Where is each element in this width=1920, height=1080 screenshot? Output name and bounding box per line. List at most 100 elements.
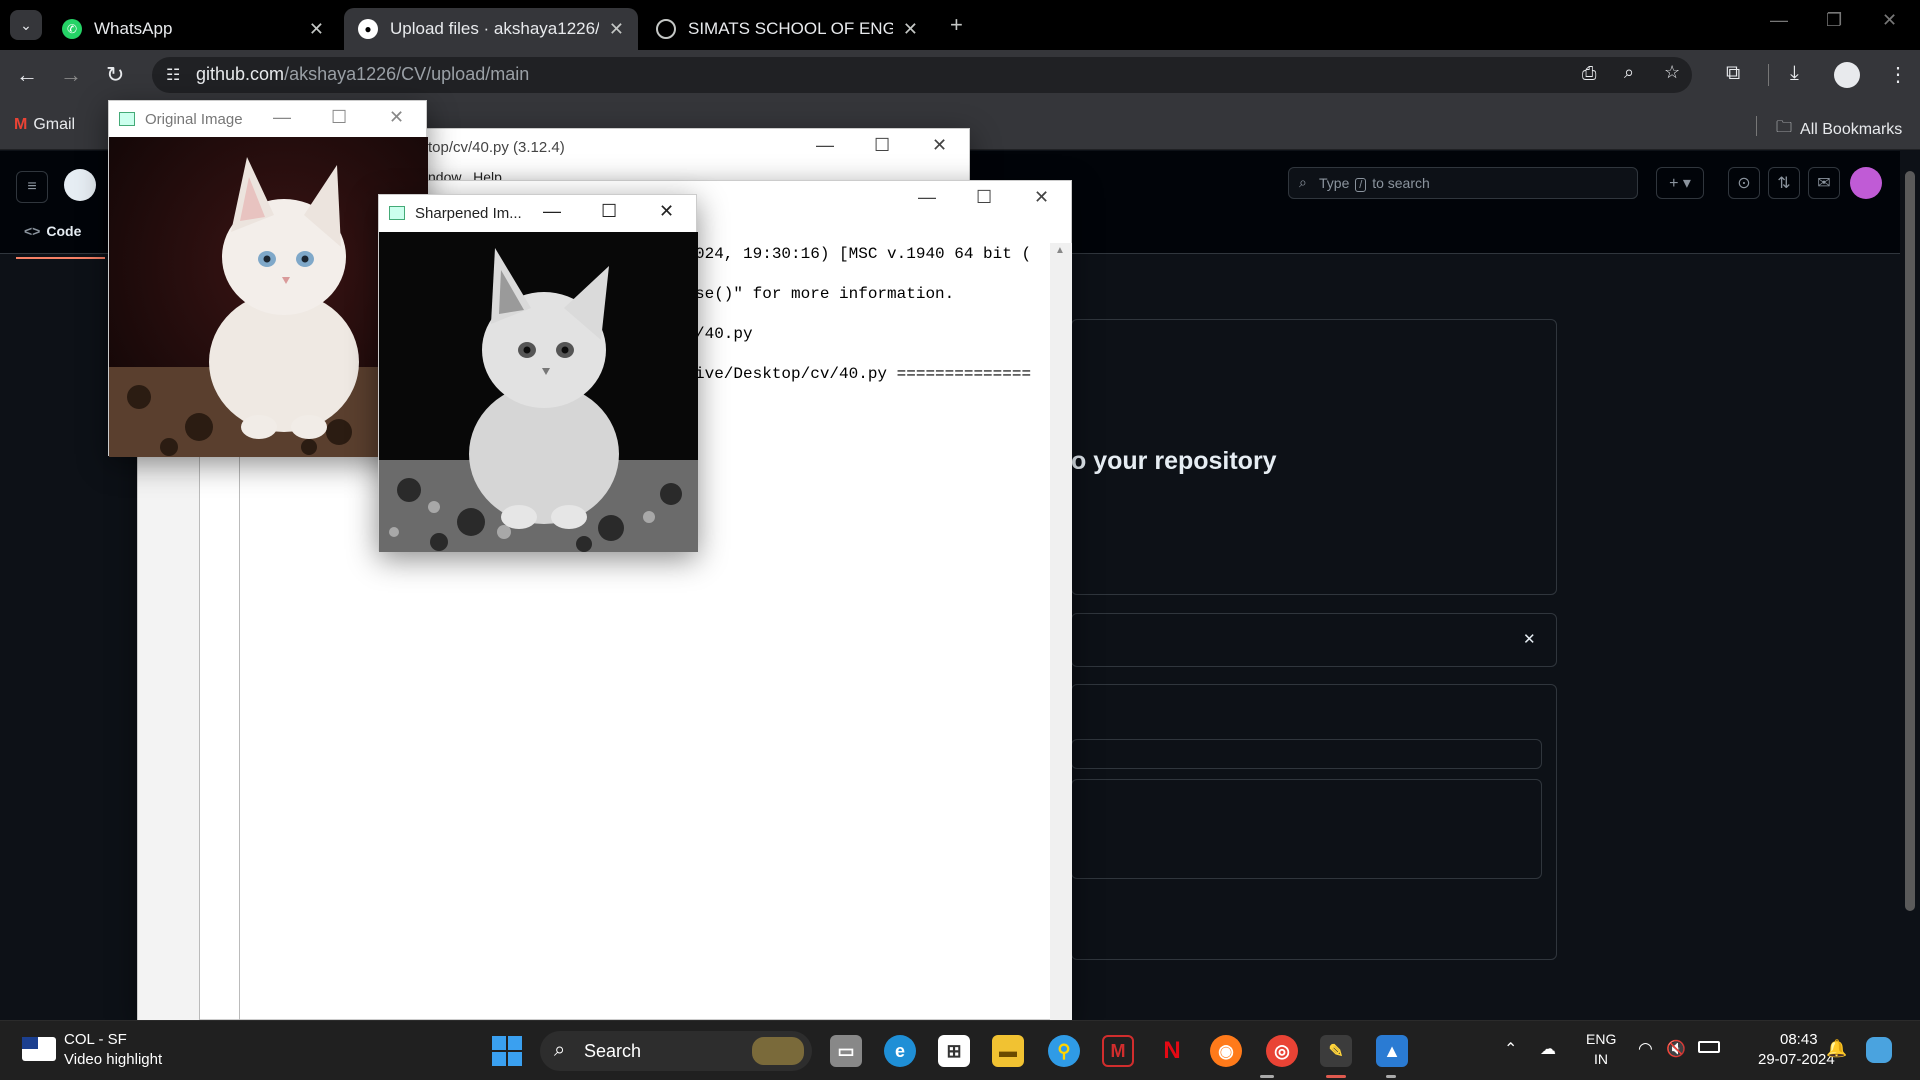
- close-icon[interactable]: ✕: [932, 135, 947, 156]
- globe-icon: [656, 19, 676, 39]
- chrome-icon[interactable]: ◎: [1266, 1035, 1298, 1067]
- tab-simats[interactable]: SIMATS SCHOOL OF ENGINEERI ✕: [642, 8, 932, 50]
- user-avatar[interactable]: [1850, 167, 1882, 199]
- zoom-icon[interactable]: ⌕: [1624, 62, 1634, 83]
- issues-icon[interactable]: ⊙: [1728, 167, 1760, 199]
- close-icon[interactable]: ✕: [1034, 187, 1049, 208]
- extensions-icon[interactable]: ⧉: [1726, 62, 1740, 85]
- onedrive-icon[interactable]: ☁: [1540, 1039, 1556, 1059]
- chrome-toolbar: ← → ↻ ☷ github.com/akshaya1226/CV/upload…: [0, 50, 1920, 100]
- search-placeholder: to search: [1372, 175, 1430, 191]
- region-indicator: IN: [1594, 1051, 1608, 1067]
- weather-widget-icon[interactable]: [22, 1037, 56, 1061]
- chrome-tab-strip: ⌄ ✆ WhatsApp ✕ ● Upload files · akshaya1…: [0, 0, 1920, 50]
- install-app-icon[interactable]: ⎙: [1582, 63, 1596, 84]
- mcafee-icon[interactable]: M: [1102, 1035, 1134, 1067]
- window-title: Original Image: [145, 111, 243, 128]
- maximize-icon[interactable]: ☐: [874, 135, 890, 156]
- kitten-sharpened-image: [379, 232, 698, 552]
- bookmark-gmail[interactable]: M Gmail: [14, 116, 75, 134]
- restore-icon[interactable]: ❐: [1826, 10, 1842, 31]
- pull-requests-icon[interactable]: ⇅: [1768, 167, 1800, 199]
- create-new-button[interactable]: + ▾: [1656, 167, 1704, 199]
- maximize-icon[interactable]: ☐: [601, 201, 617, 222]
- commit-summary-input[interactable]: [1071, 739, 1542, 769]
- tab-title: SIMATS SCHOOL OF ENGINEERI: [688, 19, 893, 38]
- remove-file-icon[interactable]: ✕: [1523, 630, 1536, 648]
- close-tab-icon[interactable]: ✕: [903, 19, 918, 40]
- windows-taskbar: COL - SF Video highlight ⌕ Search ▭ e ⊞ …: [0, 1020, 1920, 1080]
- maximize-icon[interactable]: ☐: [331, 107, 347, 128]
- shell-scrollbar[interactable]: ▲: [1050, 243, 1072, 1021]
- github-search-input[interactable]: ⌕ Type / to search: [1288, 167, 1638, 199]
- photos-icon[interactable]: ▲: [1376, 1035, 1408, 1067]
- widget-title[interactable]: COL - SF: [64, 1031, 127, 1048]
- tab-title: WhatsApp: [94, 19, 173, 38]
- wifi-icon[interactable]: ◠: [1638, 1039, 1653, 1059]
- shell-line: /40.py: [695, 325, 753, 343]
- scrollbar-thumb[interactable]: [1905, 171, 1915, 911]
- uploaded-file-row: ✕: [1071, 613, 1557, 667]
- close-tab-icon[interactable]: ✕: [609, 19, 624, 40]
- new-tab-button[interactable]: +: [950, 12, 963, 38]
- hamburger-menu-icon[interactable]: ≡: [16, 171, 48, 203]
- github-logo-icon[interactable]: [64, 169, 96, 201]
- task-view-icon[interactable]: ▭: [830, 1035, 862, 1067]
- forward-icon[interactable]: →: [60, 62, 82, 88]
- minimize-icon[interactable]: —: [918, 187, 936, 208]
- tab-whatsapp[interactable]: ✆ WhatsApp ✕: [48, 8, 338, 50]
- sharpened-image-window: Sharpened Im... — ☐ ✕: [378, 194, 698, 552]
- edge-icon[interactable]: e: [884, 1035, 916, 1067]
- file-explorer-icon[interactable]: ▬: [992, 1035, 1024, 1067]
- minimize-icon[interactable]: —: [543, 201, 561, 222]
- clock-time[interactable]: 08:43: [1780, 1031, 1818, 1048]
- idle-icon[interactable]: ✎: [1320, 1035, 1352, 1067]
- window-app-icon: [119, 112, 135, 126]
- taskbar-search-box[interactable]: ⌕ Search: [540, 1031, 812, 1071]
- search-label: Search: [584, 1041, 642, 1061]
- inbox-icon[interactable]: ✉: [1808, 167, 1840, 199]
- all-bookmarks[interactable]: 🗀 All Bookmarks: [1776, 116, 1902, 143]
- site-info-icon[interactable]: ☷: [166, 65, 180, 85]
- bookmark-star-icon[interactable]: ☆: [1664, 62, 1680, 83]
- tab-title: Upload files · akshaya1226/CV: [390, 19, 599, 38]
- tab-search-button[interactable]: ⌄: [10, 10, 42, 40]
- active-indicator: [1326, 1075, 1346, 1078]
- tab-upload-files[interactable]: ● Upload files · akshaya1226/CV ✕: [344, 8, 638, 50]
- scroll-up-icon[interactable]: ▲: [1055, 245, 1065, 256]
- start-menu-icon[interactable]: [492, 1036, 522, 1066]
- github-icon: ●: [358, 19, 378, 39]
- download-icon[interactable]: ⤓: [1790, 62, 1799, 85]
- address-bar[interactable]: ☷ github.com/akshaya1226/CV/upload/main …: [152, 57, 1692, 93]
- reload-icon[interactable]: ↻: [106, 62, 124, 88]
- close-tab-icon[interactable]: ✕: [309, 19, 324, 40]
- close-window-icon[interactable]: ✕: [1882, 10, 1897, 31]
- url-text: github.com/akshaya1226/CV/upload/main: [196, 64, 530, 84]
- minimize-icon[interactable]: —: [1770, 10, 1788, 31]
- battery-icon[interactable]: [1698, 1041, 1720, 1053]
- minimize-icon[interactable]: —: [273, 107, 291, 128]
- minimize-icon[interactable]: —: [816, 135, 834, 156]
- original-image-titlebar: Original Image — ☐ ✕: [109, 101, 426, 137]
- back-icon[interactable]: ←: [16, 62, 38, 88]
- search-highlight-icon: [752, 1037, 804, 1065]
- copilot-icon[interactable]: [1866, 1037, 1892, 1063]
- firefox-icon[interactable]: ◉: [1210, 1035, 1242, 1067]
- bookmark-label: Gmail: [33, 116, 76, 133]
- python-icon[interactable]: ⚲: [1048, 1035, 1080, 1067]
- netflix-icon[interactable]: N: [1156, 1035, 1188, 1067]
- store-icon[interactable]: ⊞: [938, 1035, 970, 1067]
- language-indicator[interactable]: ENG: [1586, 1031, 1616, 1047]
- maximize-icon[interactable]: ☐: [976, 187, 992, 208]
- chrome-menu-icon[interactable]: ⋮: [1888, 62, 1908, 87]
- close-icon[interactable]: ✕: [659, 201, 674, 222]
- whatsapp-icon: ✆: [62, 19, 82, 39]
- commit-description-textarea[interactable]: [1071, 779, 1542, 879]
- profile-avatar[interactable]: [1834, 62, 1860, 88]
- close-icon[interactable]: ✕: [389, 107, 404, 128]
- page-scrollbar[interactable]: [1900, 151, 1920, 1020]
- volume-muted-icon[interactable]: 🔇: [1666, 1039, 1686, 1059]
- show-hidden-icons-chevron-icon[interactable]: ⌃: [1504, 1039, 1517, 1059]
- notification-bell-icon[interactable]: 🔔: [1826, 1039, 1847, 1059]
- tab-code[interactable]: <> Code: [15, 223, 106, 259]
